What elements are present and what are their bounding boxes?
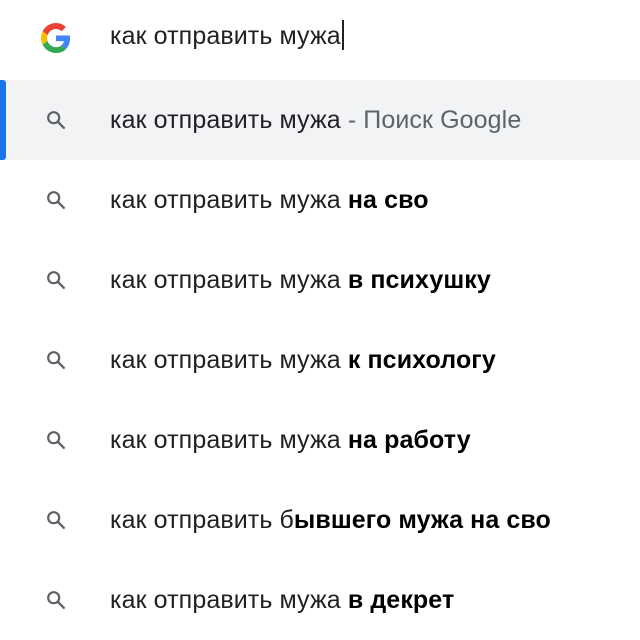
suggestion-text: как отправить мужа - Поиск Google — [110, 104, 632, 136]
omnibox-dropdown: как отправить мужа как отправить мужа - … — [0, 0, 640, 638]
selection-indicator — [0, 80, 6, 160]
suggestion-completion: ывшего мужа на сво — [293, 506, 551, 534]
suggestion-prefix: как отправить б — [110, 506, 294, 534]
suggestion-prefix: как отправить мужа — [110, 346, 348, 374]
suggestion-completion: в психушку — [347, 266, 491, 294]
suggestion-row[interactable]: как отправить мужа на работу — [0, 400, 640, 480]
suggestion-completion: на сво — [347, 186, 429, 214]
omnibox-input-value: как отправить мужа — [110, 22, 341, 50]
suggestion-completion: на работу — [347, 426, 471, 454]
suggestion-prefix: как отправить мужа — [110, 426, 348, 454]
suggestion-prefix: как отправить мужа — [110, 586, 348, 614]
suggestion-completion: к психологу — [347, 346, 496, 374]
suggestion-text: как отправить мужа на работу — [110, 424, 632, 456]
suggestion-row[interactable]: как отправить мужа к психологу — [0, 320, 640, 400]
text-caret — [341, 20, 344, 50]
suggestion-row[interactable]: как отправить бывшего мужа на сво — [0, 480, 640, 560]
search-icon — [36, 180, 76, 220]
suggestion-text: как отправить мужа в декрет — [110, 584, 632, 616]
search-icon — [36, 260, 76, 300]
google-logo-icon — [36, 18, 76, 58]
omnibox-input[interactable]: как отправить мужа — [110, 20, 632, 52]
search-icon — [36, 420, 76, 460]
suggestion-text: как отправить мужа на сво — [110, 184, 632, 216]
suggestion-prefix: как отправить мужа — [110, 266, 348, 294]
suggestion-suffix: - Поиск Google — [340, 106, 522, 134]
search-icon — [36, 100, 76, 140]
search-icon — [36, 340, 76, 380]
suggestion-row[interactable]: как отправить мужа - Поиск Google — [0, 80, 640, 160]
suggestion-text: как отправить мужа к психологу — [110, 344, 632, 376]
suggestion-completion: в декрет — [347, 586, 455, 614]
suggestion-row[interactable]: как отправить мужа в декрет — [0, 560, 640, 640]
suggestion-prefix: как отправить мужа — [110, 186, 348, 214]
suggestion-text: как отправить бывшего мужа на сво — [110, 504, 632, 536]
search-icon — [36, 500, 76, 540]
omnibox-input-row[interactable]: как отправить мужа — [0, 0, 640, 76]
suggestion-prefix: как отправить мужа — [110, 106, 341, 134]
suggestion-row[interactable]: как отправить мужа в психушку — [0, 240, 640, 320]
search-icon — [36, 580, 76, 620]
suggestion-text: как отправить мужа в психушку — [110, 264, 632, 296]
suggestion-row[interactable]: как отправить мужа на сво — [0, 160, 640, 240]
